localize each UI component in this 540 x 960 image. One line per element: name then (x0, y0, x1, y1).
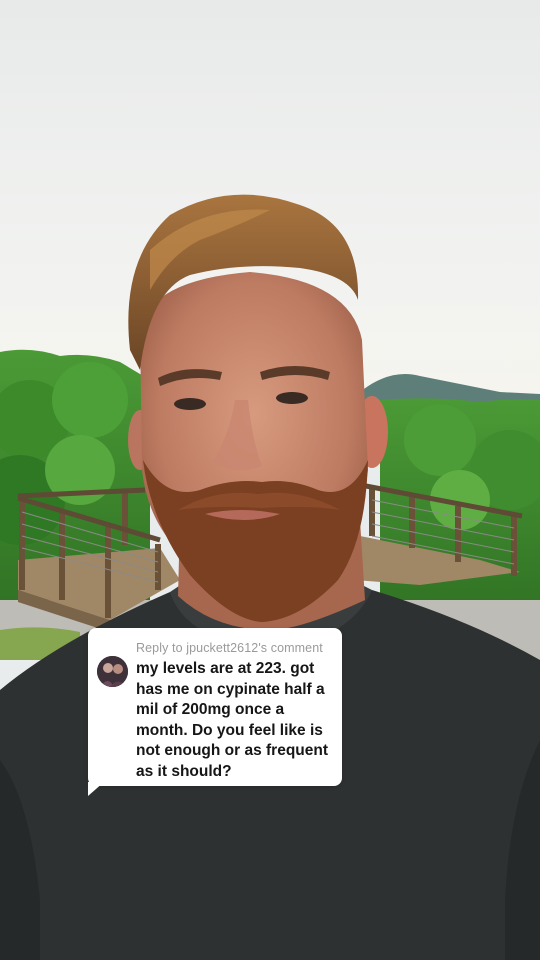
reply-header: Reply to jpuckett2612's comment (136, 641, 323, 655)
reply-comment-card[interactable]: Reply to jpuckett2612's comment my level… (88, 628, 342, 786)
video-background-image (0, 0, 540, 960)
video-frame[interactable] (0, 0, 540, 960)
user-avatar-icon (97, 656, 128, 687)
reply-card-tail (88, 782, 104, 796)
reply-comment-text: my levels are at 223. got has me on cypi… (136, 660, 329, 780)
